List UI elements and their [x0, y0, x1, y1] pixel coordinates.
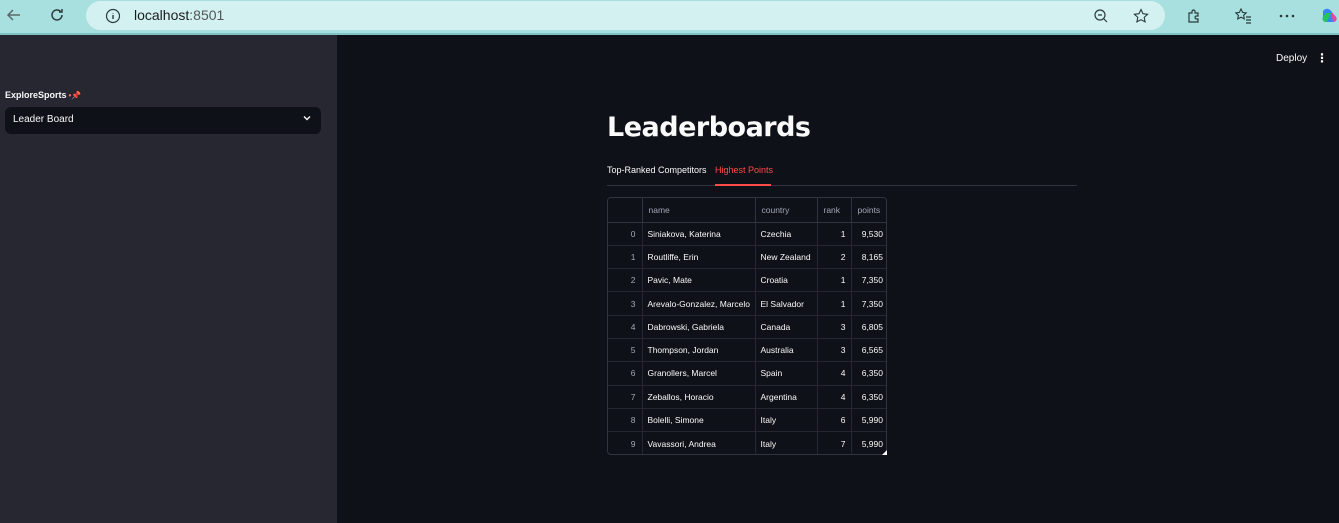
table-row[interactable]: 6 Granollers, Marcel Spain 4 6,350: [608, 361, 886, 386]
zoom-out-icon[interactable]: [1092, 8, 1110, 26]
row-index[interactable]: 2: [608, 268, 643, 293]
table-row[interactable]: 4 Dabrowski, Gabriela Canada 3 6,805: [608, 315, 886, 339]
cell-country[interactable]: Italy: [755, 431, 818, 454]
column-header-index: [608, 198, 643, 223]
row-index[interactable]: 1: [608, 245, 643, 270]
cell-points[interactable]: 6,350: [851, 385, 886, 409]
row-index[interactable]: 5: [608, 338, 643, 363]
cell-country[interactable]: Italy: [755, 408, 818, 433]
cell-country[interactable]: El Salvador: [755, 291, 818, 316]
back-icon[interactable]: [4, 6, 24, 26]
cell-rank[interactable]: 3: [817, 315, 852, 339]
cell-name[interactable]: Routliffe, Erin: [642, 245, 756, 270]
cell-country[interactable]: Argentina: [755, 385, 818, 409]
cell-points[interactable]: 9,530: [851, 222, 886, 246]
row-index[interactable]: 7: [608, 385, 643, 409]
cell-country[interactable]: Canada: [755, 315, 818, 339]
cell-country[interactable]: Croatia: [755, 268, 818, 293]
deploy-button[interactable]: Deploy: [1268, 50, 1315, 67]
cell-country[interactable]: Australia: [755, 338, 818, 363]
cell-points[interactable]: 8,165: [851, 245, 886, 270]
pin-icon: •📌: [68, 91, 82, 100]
table-row[interactable]: 5 Thompson, Jordan Australia 3 6,565: [608, 338, 886, 363]
cell-points[interactable]: 5,990: [851, 432, 886, 454]
cell-name[interactable]: Granollers, Marcel: [642, 361, 756, 386]
active-tab-indicator: [715, 184, 771, 186]
data-table[interactable]: name country rank points 0 Siniakova, Kat…: [607, 197, 887, 455]
url-text: localhost:8501: [134, 7, 225, 23]
row-index[interactable]: 0: [608, 222, 643, 246]
cell-name[interactable]: Vavassori, Andrea: [642, 431, 756, 454]
cell-points[interactable]: 7,350: [851, 291, 886, 316]
cell-name[interactable]: Arevalo-Gonzalez, Marcelo: [642, 291, 756, 316]
star-icon[interactable]: [1132, 8, 1150, 26]
browser-toolbar: localhost:8501: [0, 0, 1339, 35]
cell-rank[interactable]: 6: [817, 408, 852, 433]
cell-name[interactable]: Zeballos, Horacio: [642, 385, 756, 409]
table-row[interactable]: 9 Vavassori, Andrea Italy 7 5,990: [608, 431, 886, 454]
copilot-icon[interactable]: [1320, 7, 1339, 25]
row-index[interactable]: 3: [608, 291, 643, 316]
cell-name[interactable]: Siniakova, Katerina: [642, 222, 756, 246]
cell-rank[interactable]: 1: [817, 291, 852, 316]
cell-rank[interactable]: 4: [817, 361, 852, 386]
cell-rank[interactable]: 1: [817, 222, 852, 246]
cell-points[interactable]: 6,565: [851, 338, 886, 363]
cell-name[interactable]: Thompson, Jordan: [642, 338, 756, 363]
cell-points[interactable]: 7,350: [851, 268, 886, 293]
more-icon[interactable]: [1278, 7, 1296, 25]
row-index[interactable]: 9: [608, 431, 643, 454]
address-bar[interactable]: [86, 1, 1165, 30]
cell-country[interactable]: New Zealand: [755, 245, 818, 270]
row-index[interactable]: 4: [608, 315, 643, 339]
cell-points[interactable]: 6,350: [851, 361, 886, 386]
table-row[interactable]: 1 Routliffe, Erin New Zealand 2 8,165: [608, 245, 886, 270]
chevron-down-icon: [303, 116, 311, 121]
reload-icon[interactable]: [47, 6, 67, 26]
cell-rank[interactable]: 4: [817, 385, 852, 409]
row-index[interactable]: 6: [608, 361, 643, 386]
tab-top-ranked[interactable]: Top-Ranked Competitors: [607, 165, 707, 175]
table-row[interactable]: 2 Pavic, Mate Croatia 1 7,350: [608, 268, 886, 293]
table-header-row: name country rank points: [608, 198, 886, 223]
favorites-icon[interactable]: [1234, 7, 1252, 25]
table-row[interactable]: 0 Siniakova, Katerina Czechia 1 9,530: [608, 222, 886, 246]
table-row[interactable]: 8 Bolelli, Simone Italy 6 5,990: [608, 408, 886, 433]
cell-rank[interactable]: 3: [817, 338, 852, 363]
cell-points[interactable]: 6,805: [851, 315, 886, 339]
row-index[interactable]: 8: [608, 408, 643, 433]
page-select[interactable]: Leader Board: [5, 107, 321, 134]
column-header-country[interactable]: country: [755, 198, 818, 223]
cell-country[interactable]: Czechia: [755, 222, 818, 246]
cell-name[interactable]: Dabrowski, Gabriela: [642, 315, 756, 339]
tab-highest-points[interactable]: Highest Points: [715, 165, 773, 175]
table-row[interactable]: 7 Zeballos, Horacio Argentina 4 6,350: [608, 385, 886, 409]
page-select-value: Leader Board: [13, 114, 74, 125]
puzzle-icon[interactable]: [1185, 7, 1203, 25]
table-row[interactable]: 3 Arevalo-Gonzalez, Marcelo El Salvador 1 7,…: [608, 291, 886, 316]
column-header-rank[interactable]: rank: [817, 198, 852, 223]
cell-country[interactable]: Spain: [755, 361, 818, 386]
cell-rank[interactable]: 2: [817, 245, 852, 270]
tab-bar: Top-Ranked Competitors Highest Points: [607, 158, 1077, 186]
column-header-name[interactable]: name: [642, 198, 756, 223]
column-header-points[interactable]: points: [851, 198, 886, 223]
cell-name[interactable]: Bolelli, Simone: [642, 408, 756, 433]
page-title: Leaderboards: [607, 112, 811, 143]
cell-rank[interactable]: 1: [817, 268, 852, 293]
cell-points[interactable]: 5,990: [851, 408, 886, 433]
cell-rank[interactable]: 7: [817, 431, 852, 454]
kebab-icon[interactable]: ⋮: [1316, 51, 1328, 65]
info-icon[interactable]: [104, 8, 122, 26]
sidebar-label: ExploreSports •📌: [5, 90, 82, 100]
cell-name[interactable]: Pavic, Mate: [642, 268, 756, 293]
